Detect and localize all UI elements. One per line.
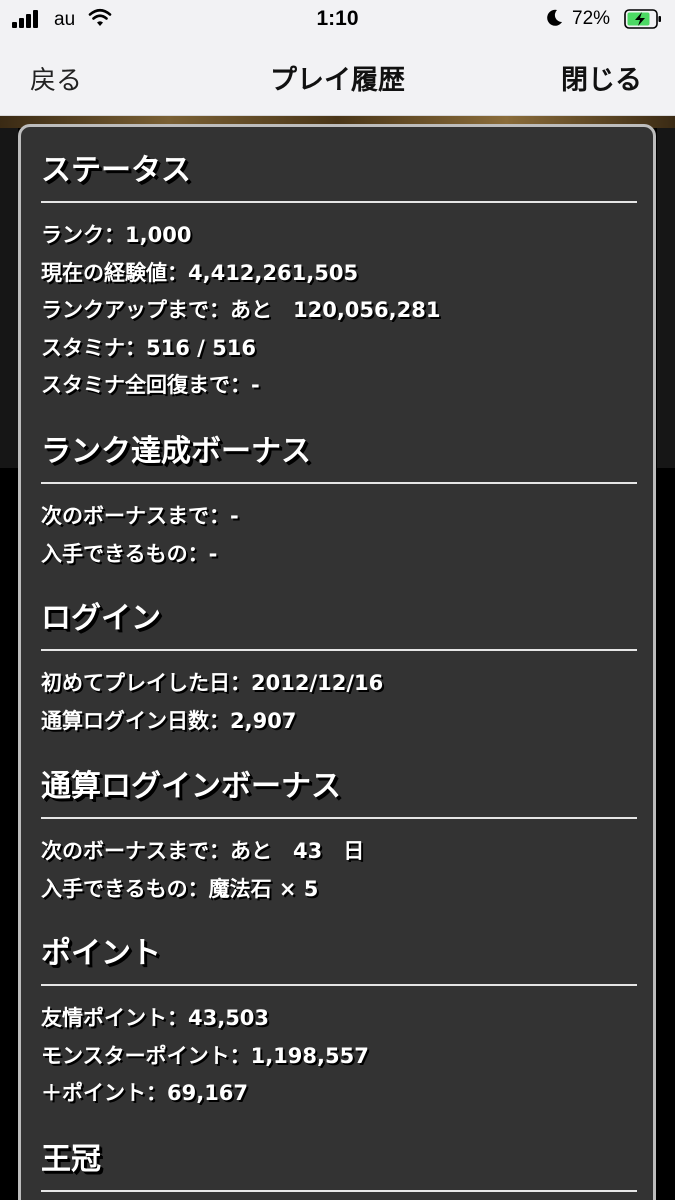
section-rank-bonus: ランク達成ボーナス 次のボーナスまで：- 入手できるもの：- — [41, 432, 637, 573]
status-exp-row: 現在の経験値：4,412,261,505 — [41, 260, 359, 285]
status-rank-row: ランク：1,000 — [41, 223, 192, 247]
section-title: ログイン — [41, 601, 161, 636]
moon-icon — [547, 9, 562, 26]
battery-charging-icon — [624, 9, 661, 29]
section-title: 通算ログインボーナス — [41, 769, 341, 804]
play-history-panel[interactable]: ステータス ランク：1,000 現在の経験値：4,412,261,505 ランク… — [18, 124, 656, 1200]
section-divider — [41, 1190, 637, 1192]
section-title: 王冠 — [41, 1142, 101, 1177]
rank-bonus-reward-row: 入手できるもの：- — [41, 541, 218, 566]
nav-bar: 戻る プレイ履歴 閉じる — [0, 38, 675, 116]
section-divider — [41, 984, 637, 986]
login-bonus-reward-row: 入手できるもの：魔法石 × 5 — [41, 876, 319, 901]
status-stamina-row: スタミナ：516 / 516 — [41, 335, 256, 360]
section-crowns: 王冠 — [41, 1140, 637, 1192]
game-side-right — [657, 128, 675, 468]
section-divider — [41, 817, 637, 819]
section-divider — [41, 201, 637, 203]
close-button[interactable]: 閉じる — [561, 58, 642, 97]
status-rankup-row: ランクアップまで：あと 120,056,281 — [41, 298, 441, 322]
login-bonus-next-row: 次のボーナスまで：あと 43 日 — [41, 839, 365, 863]
section-login-bonus: 通算ログインボーナス 次のボーナスまで：あと 43 日 入手できるもの：魔法石 … — [41, 767, 637, 908]
status-bar: au 1:10 72% — [0, 0, 675, 38]
game-side-left — [0, 128, 18, 468]
battery-percent: 72% — [572, 8, 611, 29]
section-points: ポイント 友情ポイント：43,503 モンスターポイント：1,198,557 ＋… — [41, 934, 637, 1113]
section-status: ステータス ランク：1,000 現在の経験値：4,412,261,505 ランク… — [41, 151, 637, 405]
login-total-days-row: 通算ログイン日数：2,907 — [41, 708, 297, 733]
section-divider — [41, 649, 637, 651]
rank-bonus-next-row: 次のボーナスまで：- — [41, 504, 239, 528]
section-title: ステータス — [41, 153, 191, 188]
points-plus-row: ＋ポイント：69,167 — [41, 1081, 249, 1105]
points-friend-row: 友情ポイント：43,503 — [41, 1006, 270, 1030]
section-title: ポイント — [41, 936, 161, 971]
section-divider — [41, 482, 637, 484]
login-first-play-row: 初めてプレイした日：2012/12/16 — [41, 671, 384, 695]
section-title: ランク達成ボーナス — [41, 434, 311, 469]
section-login: ログイン 初めてプレイした日：2012/12/16 通算ログイン日数：2,907 — [41, 599, 637, 740]
points-monster-row: モンスターポイント：1,198,557 — [41, 1043, 369, 1068]
status-stamina-recover-row: スタミナ全回復まで：- — [41, 373, 260, 397]
